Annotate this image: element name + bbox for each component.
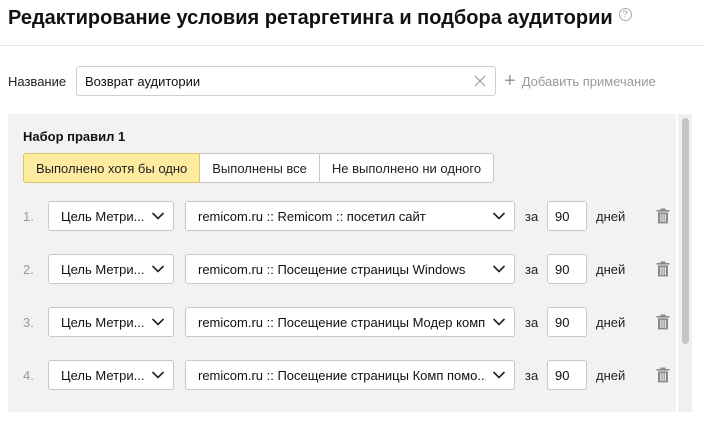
ruleset-title-label: Набор правил (23, 129, 115, 144)
rule-period-prefix: за (525, 367, 539, 383)
rule-days-label: дней (596, 261, 626, 277)
rule-goal-value: remicom.ru :: Посещение страницы Windows (198, 261, 466, 277)
ruleset-number: 1 (118, 129, 126, 144)
trash-icon[interactable] (656, 208, 670, 224)
title-row: Редактирование условия ретаргетинга и по… (8, 4, 632, 32)
rule-number: 1. (23, 208, 34, 224)
rule-goal-select[interactable]: remicom.ru :: Посещение страницы Комп по… (185, 360, 515, 390)
rule-goal-select[interactable]: remicom.ru :: Посещение страницы Модер к… (185, 307, 515, 337)
rule-row: 3. Цель Метри... remicom.ru :: Посещение… (23, 307, 670, 337)
name-row: Название Возврат аудитории + Добавить пр… (8, 66, 656, 96)
rule-row: 4. Цель Метри... remicom.ru :: Посещение… (23, 360, 670, 390)
ruleset-mode-switch: Выполнено хотя бы одно Выполнены все Не … (23, 153, 495, 183)
trash-icon[interactable] (656, 261, 670, 277)
rule-number: 4. (23, 367, 34, 383)
scrollbar-thumb[interactable] (682, 118, 689, 344)
rule-type-value: Цель Метри... (61, 261, 145, 277)
mode-all-button[interactable]: Выполнены все (199, 153, 320, 183)
rule-goal-select[interactable]: remicom.ru :: Посещение страницы Windows (185, 254, 515, 284)
plus-icon: + (504, 70, 516, 92)
rule-type-select[interactable]: Цель Метри... (48, 307, 174, 337)
rule-goal-value: remicom.ru :: Посещение страницы Модер к… (198, 314, 486, 330)
rule-type-value: Цель Метри... (61, 208, 145, 224)
rule-period-prefix: за (525, 208, 539, 224)
name-label: Название (8, 73, 67, 89)
rule-row: 1. Цель Метри... remicom.ru :: Remicom :… (23, 201, 670, 231)
rule-period-prefix: за (525, 261, 539, 277)
rule-goal-value: remicom.ru :: Remicom :: посетил сайт (198, 208, 426, 224)
rule-type-value: Цель Метри... (61, 367, 145, 383)
rule-days-input[interactable]: 90 (547, 307, 587, 337)
rule-type-select[interactable]: Цель Метри... (48, 201, 174, 231)
chevron-down-icon (492, 212, 506, 220)
rule-days-label: дней (596, 367, 626, 383)
rule-number: 3. (23, 314, 34, 330)
rule-type-select[interactable]: Цель Метри... (48, 360, 174, 390)
add-note-button[interactable]: + Добавить примечание (504, 71, 656, 91)
chevron-down-icon (492, 371, 506, 379)
rule-goal-value: remicom.ru :: Посещение страницы Комп по… (198, 367, 486, 383)
trash-icon[interactable] (656, 314, 670, 330)
clear-icon[interactable] (473, 74, 487, 88)
rule-days-label: дней (596, 314, 626, 330)
mode-none-button[interactable]: Не выполнено ни одного (318, 153, 495, 183)
rule-days-input[interactable]: 90 (547, 254, 587, 284)
chevron-down-icon (151, 212, 165, 220)
rule-goal-select[interactable]: remicom.ru :: Remicom :: посетил сайт (185, 201, 515, 231)
chevron-down-icon (151, 371, 165, 379)
chevron-down-icon (492, 265, 506, 273)
rule-number: 2. (23, 261, 34, 277)
chevron-down-icon (151, 318, 165, 326)
name-input-value: Возврат аудитории (85, 73, 201, 89)
trash-icon[interactable] (656, 367, 670, 383)
mode-at-least-one-button[interactable]: Выполнено хотя бы одно (23, 153, 201, 183)
page-title: Редактирование условия ретаргетинга и по… (8, 6, 613, 29)
rule-days-input[interactable]: 90 (547, 360, 587, 390)
rule-period-prefix: за (525, 314, 539, 330)
ruleset-title: Набор правил 1 (23, 129, 125, 144)
rule-days-label: дней (596, 208, 626, 224)
help-icon[interactable]: ? (618, 7, 632, 21)
rule-days-input[interactable]: 90 (547, 201, 587, 231)
chevron-down-icon (151, 265, 165, 273)
chevron-down-icon (492, 318, 506, 326)
header-divider (0, 45, 704, 46)
rule-type-select[interactable]: Цель Метри... (48, 254, 174, 284)
rule-type-value: Цель Метри... (61, 314, 145, 330)
add-note-label: Добавить примечание (521, 73, 656, 89)
rule-row: 2. Цель Метри... remicom.ru :: Посещение… (23, 254, 670, 284)
name-input[interactable]: Возврат аудитории (76, 66, 496, 96)
